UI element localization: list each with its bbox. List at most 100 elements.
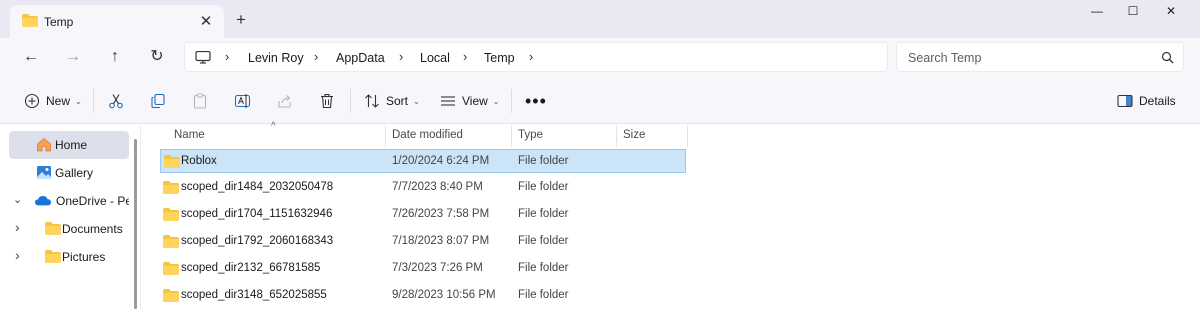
table-row[interactable]: Roblox 1/20/2024 6:24 PM File folder — [160, 149, 686, 173]
chevron-down-icon: ⌄ — [413, 96, 420, 106]
breadcrumb-local[interactable]: Local — [420, 51, 450, 65]
tab-temp[interactable]: Temp ✕ — [10, 5, 224, 38]
file-type: File folder — [518, 262, 569, 274]
search-icon[interactable] — [1161, 51, 1174, 64]
breadcrumb-separator[interactable]: › — [463, 49, 467, 64]
more-options-button[interactable]: ••• — [525, 90, 547, 112]
breadcrumb-separator[interactable]: › — [314, 49, 318, 64]
cloud-icon — [35, 196, 51, 206]
chevron-down-icon: ⌄ — [492, 96, 500, 106]
view-button[interactable]: View ⌄ — [440, 90, 500, 112]
folder-icon — [163, 208, 179, 221]
tab-label: Temp — [44, 15, 74, 29]
tab-close-button[interactable]: ✕ — [198, 12, 214, 30]
copy-icon — [151, 93, 165, 109]
refresh-button[interactable]: ↻ — [145, 46, 169, 68]
breadcrumb-temp[interactable]: Temp — [484, 51, 515, 65]
delete-button[interactable] — [319, 90, 335, 112]
share-button[interactable] — [277, 90, 293, 112]
forward-button[interactable]: → — [61, 46, 85, 68]
breadcrumb-separator[interactable]: › — [529, 49, 533, 64]
address-bar[interactable]: › Levin Roy › AppData › Local › Temp › — [184, 42, 888, 72]
divider — [93, 89, 94, 113]
close-window-button[interactable]: ✕ — [1156, 4, 1186, 24]
details-pane-icon — [1117, 94, 1133, 108]
sidebar-item-label: OneDrive - Perso — [56, 194, 129, 208]
file-type: File folder — [518, 235, 569, 247]
chevron-down-icon: ⌄ — [75, 96, 82, 106]
table-row[interactable]: scoped_dir2132_66781585 7/3/2023 7:26 PM… — [160, 257, 686, 281]
breadcrumb-separator[interactable]: › — [399, 49, 403, 64]
folder-icon — [163, 235, 179, 248]
sort-ascending-icon: ^ — [271, 121, 276, 132]
column-header-date[interactable]: Date modified — [392, 129, 463, 141]
folder-icon — [163, 289, 179, 302]
chevron-right-icon[interactable]: › — [15, 247, 20, 263]
plus-circle-icon — [24, 93, 40, 109]
details-pane-button[interactable]: Details — [1117, 90, 1176, 112]
file-date: 7/3/2023 7:26 PM — [392, 262, 483, 274]
copy-button[interactable] — [150, 90, 166, 112]
cut-button[interactable] — [108, 90, 124, 112]
search-input[interactable]: Search Temp — [908, 51, 981, 65]
new-button[interactable]: New ⌄ — [24, 90, 82, 112]
table-row[interactable]: scoped_dir3148_652025855 9/28/2023 10:56… — [160, 284, 686, 308]
navigation-bar: ← → ↑ ↻ › Levin Roy › AppData › Local › … — [0, 38, 1200, 76]
pane-divider[interactable] — [140, 125, 141, 309]
file-date: 7/26/2023 7:58 PM — [392, 208, 490, 220]
search-box[interactable]: Search Temp — [896, 42, 1184, 72]
column-divider[interactable] — [616, 125, 617, 147]
column-divider[interactable] — [687, 125, 688, 147]
sort-button[interactable]: Sort ⌄ — [364, 90, 420, 112]
sidebar-scrollbar[interactable] — [134, 139, 137, 309]
folder-icon — [164, 155, 180, 168]
up-button[interactable]: ↑ — [103, 46, 127, 68]
column-divider[interactable] — [385, 125, 386, 147]
breadcrumb-appdata[interactable]: AppData — [336, 51, 385, 65]
file-type: File folder — [518, 208, 569, 220]
more-icon: ••• — [525, 91, 547, 111]
table-row[interactable]: scoped_dir1704_1151632946 7/26/2023 7:58… — [160, 203, 686, 227]
home-icon — [37, 137, 51, 152]
sidebar-item-home[interactable]: Home — [9, 131, 129, 159]
file-date: 9/28/2023 10:56 PM — [392, 289, 496, 301]
column-header-size[interactable]: Size — [623, 129, 645, 141]
divider — [350, 89, 351, 113]
this-pc-icon[interactable] — [195, 51, 211, 64]
maximize-button[interactable]: ☐ — [1118, 4, 1148, 24]
folder-icon — [163, 181, 179, 194]
sidebar-item-onedrive[interactable]: ⌄ OneDrive - Perso — [9, 187, 129, 215]
chevron-right-icon[interactable]: › — [15, 219, 20, 235]
file-date: 7/7/2023 8:40 PM — [392, 181, 483, 193]
sidebar-item-pictures[interactable]: › Pictures — [9, 243, 129, 271]
chevron-down-icon[interactable]: ⌄ — [13, 193, 22, 206]
breadcrumb-levin-roy[interactable]: Levin Roy — [248, 51, 304, 65]
trash-icon — [321, 93, 333, 109]
table-row[interactable]: scoped_dir1484_2032050478 7/7/2023 8:40 … — [160, 176, 686, 200]
back-button[interactable]: ← — [19, 46, 43, 68]
breadcrumb-separator[interactable]: › — [225, 49, 229, 64]
new-tab-button[interactable]: + — [236, 11, 246, 28]
sort-icon — [365, 94, 379, 108]
share-icon — [278, 95, 291, 108]
view-label: View — [462, 94, 488, 108]
sidebar-item-gallery[interactable]: Gallery — [9, 159, 129, 187]
column-header-type[interactable]: Type — [518, 129, 543, 141]
scissors-icon — [109, 94, 123, 109]
sidebar-item-label: Home — [55, 138, 88, 152]
file-name: scoped_dir3148_652025855 — [181, 289, 327, 301]
minimize-button[interactable]: — — [1082, 4, 1112, 24]
view-list-icon — [441, 96, 455, 106]
paste-button[interactable] — [192, 90, 208, 112]
new-label: New — [46, 94, 71, 108]
file-type: File folder — [518, 155, 569, 167]
column-divider[interactable] — [511, 125, 512, 147]
table-row[interactable]: scoped_dir1792_2060168343 7/18/2023 8:07… — [160, 230, 686, 254]
sidebar-item-label: Gallery — [55, 166, 94, 180]
folder-icon — [163, 262, 179, 275]
rename-button[interactable] — [234, 90, 252, 112]
sidebar-item-documents[interactable]: › Documents — [9, 215, 129, 243]
sidebar-item-label: Documents — [62, 222, 123, 236]
file-date: 1/20/2024 6:24 PM — [392, 155, 490, 167]
column-header-name[interactable]: Name — [174, 129, 205, 141]
